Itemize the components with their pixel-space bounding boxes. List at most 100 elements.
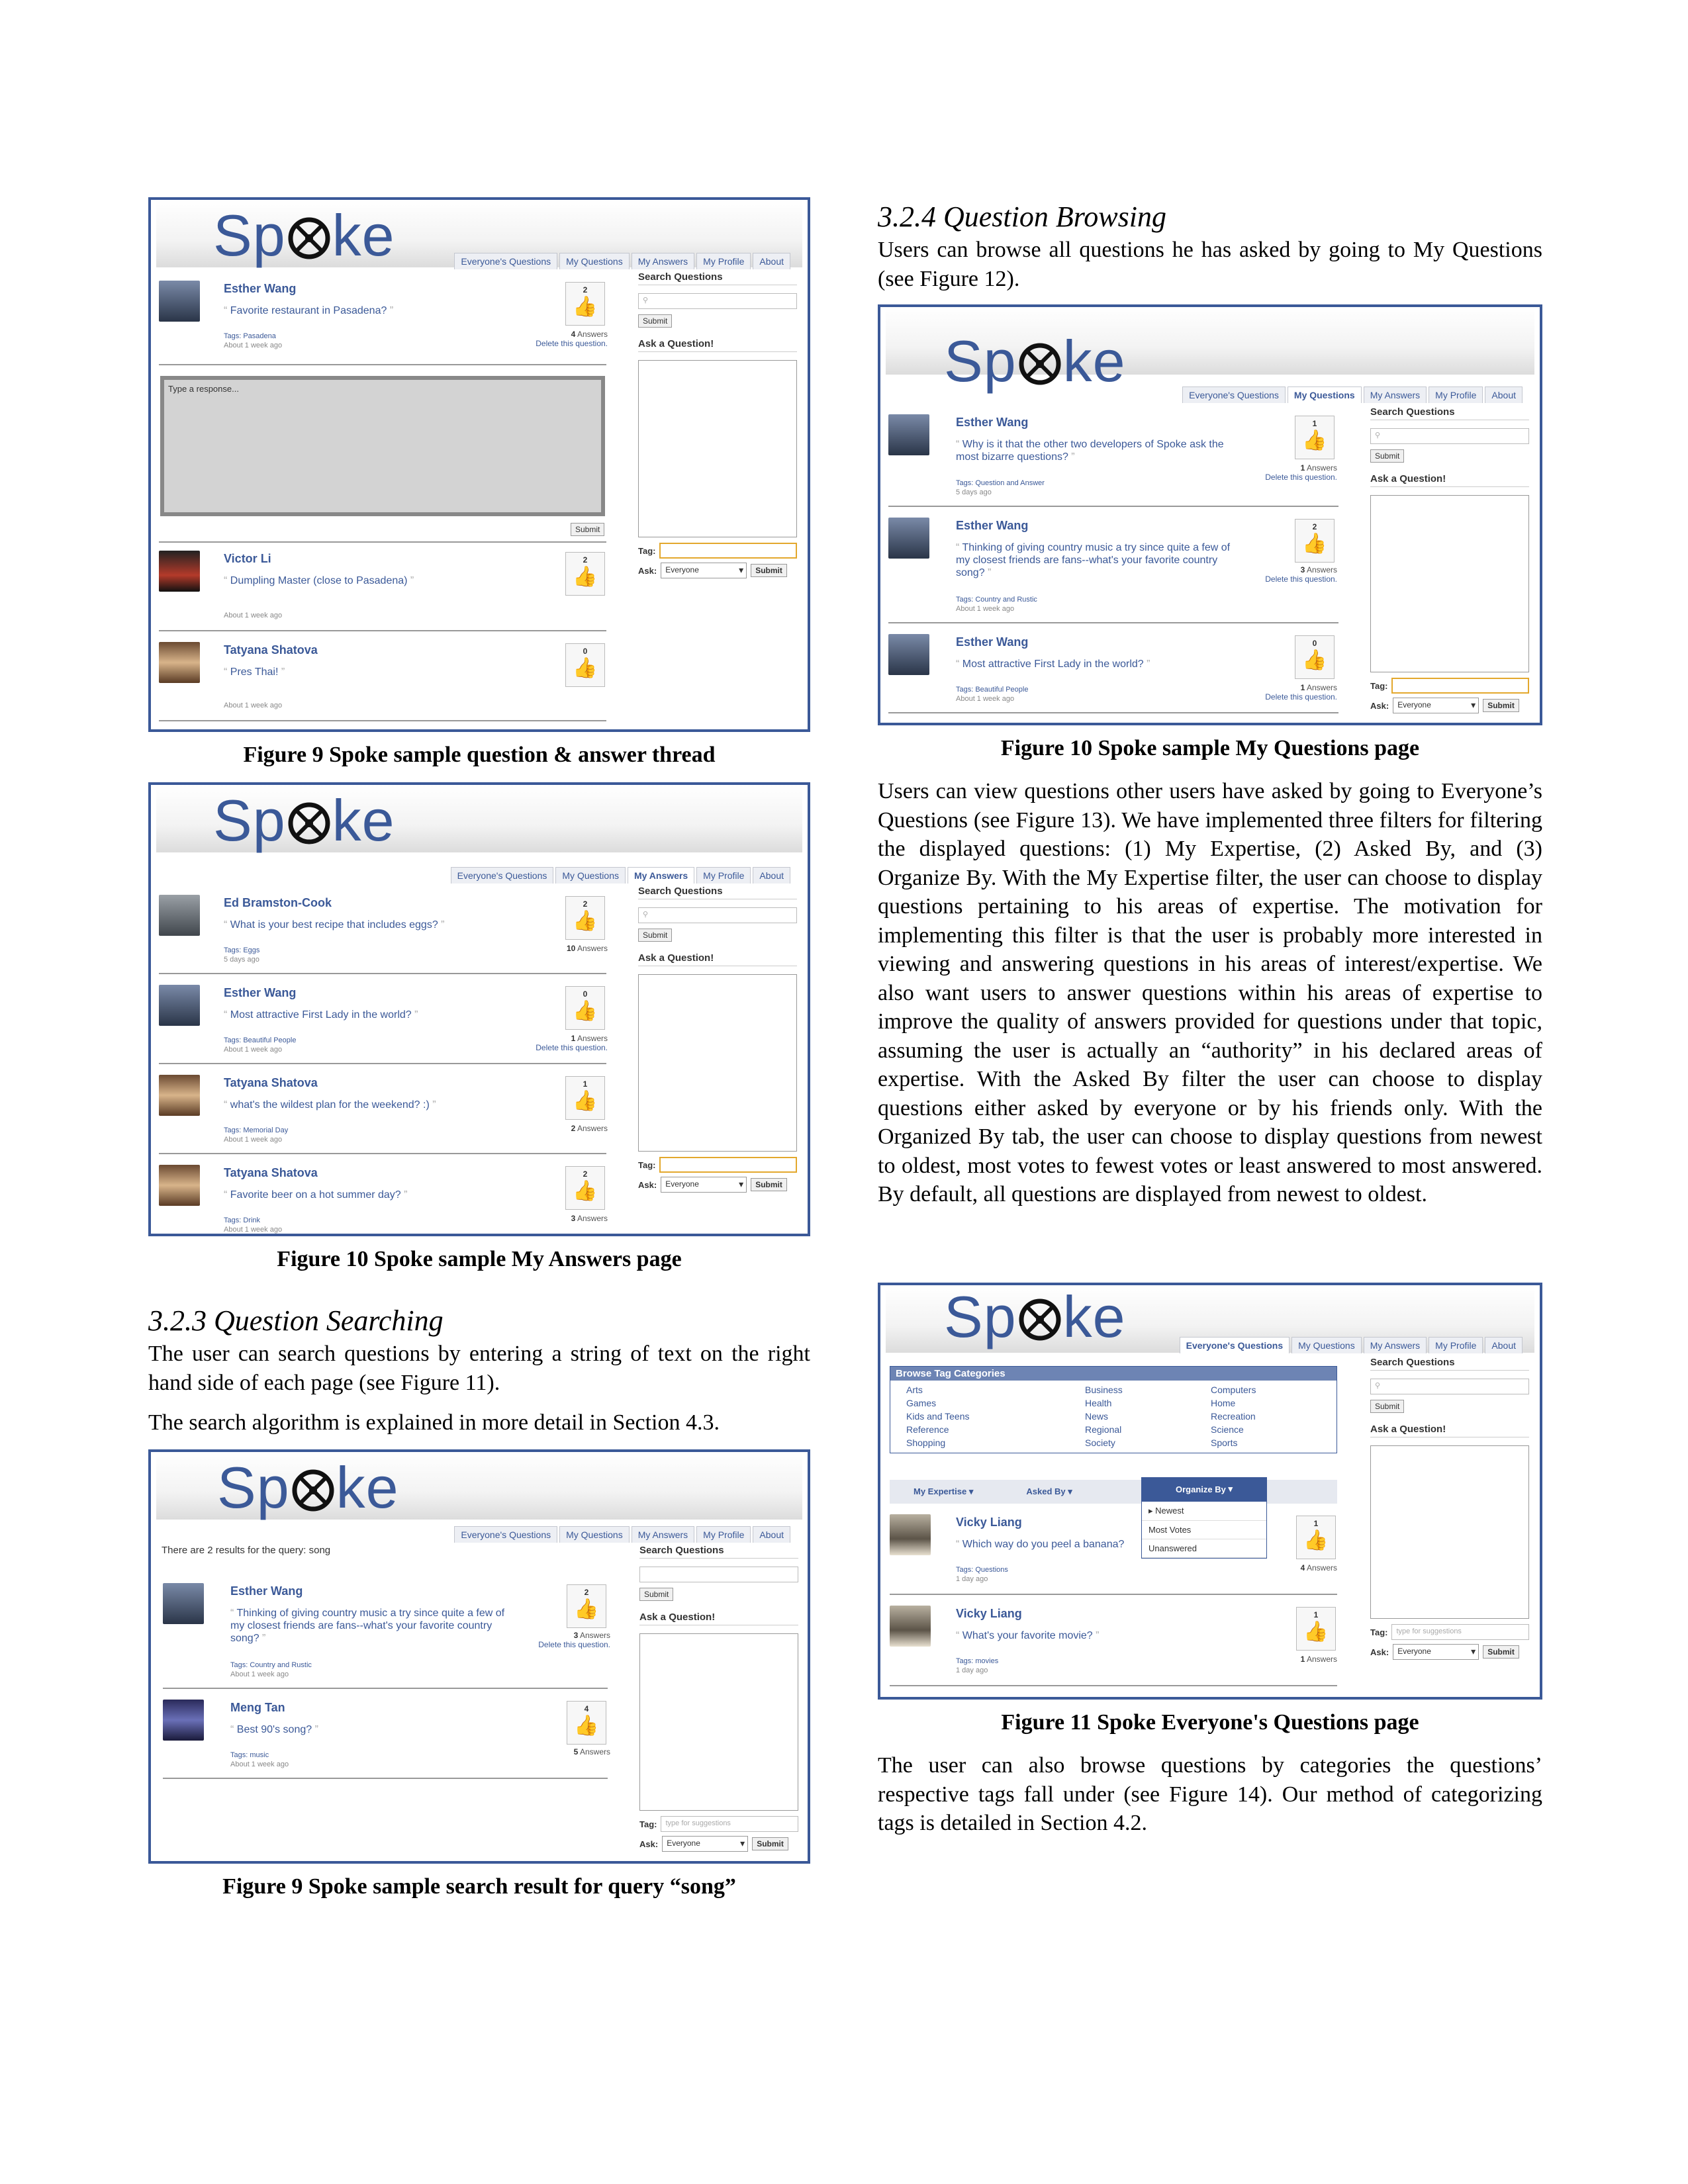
- user-name[interactable]: Esther Wang: [224, 282, 296, 296]
- ask-submit-button[interactable]: Submit: [751, 564, 787, 577]
- user-name[interactable]: Esther Wang: [224, 986, 296, 1000]
- thumbs-up-icon[interactable]: 👍: [1295, 533, 1334, 555]
- vote-box[interactable]: 4 👍: [567, 1701, 606, 1745]
- delete-question-link[interactable]: Delete this question.: [1265, 574, 1337, 584]
- avatar[interactable]: [163, 1700, 204, 1741]
- ask-textarea[interactable]: [638, 360, 797, 537]
- avatar[interactable]: [163, 1583, 204, 1624]
- tab-my-profile[interactable]: My Profile: [696, 1526, 751, 1543]
- category-link[interactable]: Sports: [1211, 1436, 1343, 1449]
- tab-my-profile[interactable]: My Profile: [696, 867, 751, 884]
- tab-my-answers[interactable]: My Answers: [627, 867, 695, 884]
- vote-box[interactable]: 0 👍: [1295, 635, 1335, 679]
- category-link[interactable]: Reference: [906, 1423, 1085, 1436]
- search-submit-button[interactable]: Submit: [1370, 1400, 1405, 1413]
- search-submit-button[interactable]: Submit: [638, 314, 673, 328]
- question-tags[interactable]: Tags: Questions: [956, 1566, 1008, 1574]
- response-submit-button[interactable]: Submit: [571, 523, 605, 536]
- menu-item-newest[interactable]: ▸ Newest: [1142, 1502, 1266, 1521]
- tab-my-profile[interactable]: My Profile: [1429, 1337, 1483, 1353]
- delete-question-link[interactable]: Delete this question.: [1265, 473, 1337, 482]
- tab-everyones-questions[interactable]: Everyone's Questions: [454, 1526, 558, 1543]
- question-text[interactable]: “ What is your best recipe that includes…: [224, 919, 568, 931]
- category-link[interactable]: Computers: [1211, 1383, 1343, 1396]
- tab-my-answers[interactable]: My Answers: [631, 1526, 695, 1543]
- tab-my-profile[interactable]: My Profile: [1429, 387, 1483, 403]
- tab-everyones-questions[interactable]: Everyone's Questions: [454, 253, 558, 269]
- vote-box[interactable]: 2 👍: [565, 1166, 605, 1210]
- answer-user-name[interactable]: Victor Li: [224, 552, 271, 566]
- filter-my-expertise[interactable]: My Expertise ▾: [914, 1486, 973, 1497]
- search-submit-button[interactable]: Submit: [639, 1588, 674, 1601]
- filter-asked-by[interactable]: Asked By ▾: [1026, 1486, 1072, 1497]
- ask-select[interactable]: Everyone: [661, 1177, 747, 1193]
- category-link[interactable]: Home: [1211, 1396, 1343, 1410]
- search-input[interactable]: ⚲: [638, 293, 797, 309]
- tab-my-questions[interactable]: My Questions: [1291, 1337, 1362, 1353]
- avatar[interactable]: [888, 518, 929, 559]
- avatar[interactable]: [159, 551, 200, 592]
- tab-my-profile[interactable]: My Profile: [696, 253, 751, 269]
- question-text[interactable]: “ Most attractive First Lady in the worl…: [956, 658, 1241, 670]
- tag-input[interactable]: type for suggestions: [661, 1816, 798, 1832]
- ask-textarea[interactable]: [1370, 495, 1529, 672]
- thumbs-up-icon[interactable]: 👍: [1295, 649, 1334, 672]
- vote-box[interactable]: 2 👍: [565, 896, 605, 940]
- vote-box[interactable]: 0 👍: [565, 986, 605, 1030]
- question-tags[interactable]: Tags: Country and Rustic: [230, 1661, 312, 1669]
- vote-box[interactable]: 0 👍: [565, 643, 605, 687]
- user-name[interactable]: Esther Wang: [956, 519, 1028, 533]
- avatar[interactable]: [888, 414, 929, 455]
- question-tags[interactable]: Tags: Drink: [224, 1216, 260, 1224]
- thumbs-up-icon[interactable]: 👍: [567, 1598, 606, 1621]
- thumbs-up-icon[interactable]: 👍: [566, 296, 604, 318]
- avatar[interactable]: [159, 895, 200, 936]
- thumbs-up-icon[interactable]: 👍: [1295, 430, 1334, 452]
- search-input[interactable]: [639, 1567, 798, 1582]
- user-name[interactable]: Ed Bramston-Cook: [224, 896, 332, 910]
- question-tags[interactable]: Tags: Beautiful People: [224, 1036, 296, 1044]
- tab-about[interactable]: About: [753, 1526, 790, 1543]
- question-text[interactable]: “ Favorite restaurant in Pasadena? ”: [224, 304, 621, 317]
- category-link[interactable]: Kids and Teens: [906, 1410, 1085, 1423]
- thumbs-up-icon[interactable]: 👍: [1297, 1529, 1335, 1552]
- delete-question-link[interactable]: Delete this question.: [1265, 692, 1337, 702]
- answer-user-name[interactable]: Tatyana Shatova: [224, 643, 318, 657]
- user-name[interactable]: Esther Wang: [230, 1584, 303, 1598]
- user-name[interactable]: Tatyana Shatova: [224, 1076, 318, 1090]
- question-text[interactable]: “ Thinking of giving country music a try…: [956, 541, 1241, 579]
- tab-my-questions[interactable]: My Questions: [559, 253, 630, 269]
- tab-my-answers[interactable]: My Answers: [1363, 1337, 1427, 1353]
- avatar[interactable]: [890, 1514, 931, 1555]
- user-name[interactable]: Esther Wang: [956, 416, 1028, 430]
- ask-select[interactable]: Everyone: [662, 1836, 749, 1852]
- question-tags[interactable]: Tags: music: [230, 1751, 269, 1759]
- tab-about[interactable]: About: [753, 867, 790, 884]
- question-text[interactable]: “ Why is it that the other two developer…: [956, 438, 1241, 463]
- ask-submit-button[interactable]: Submit: [1483, 699, 1519, 712]
- question-tags[interactable]: Tags: Pasadena: [224, 332, 276, 340]
- search-input[interactable]: ⚲: [1370, 428, 1529, 444]
- category-link[interactable]: Arts: [906, 1383, 1085, 1396]
- tab-my-questions[interactable]: My Questions: [559, 1526, 630, 1543]
- question-text[interactable]: “ Most attractive First Lady in the worl…: [224, 1009, 568, 1021]
- avatar[interactable]: [159, 985, 200, 1026]
- tab-my-questions[interactable]: My Questions: [1287, 387, 1362, 403]
- tab-my-answers[interactable]: My Answers: [1363, 387, 1427, 403]
- ask-select[interactable]: Everyone: [661, 563, 747, 578]
- category-link[interactable]: Health: [1085, 1396, 1211, 1410]
- question-text[interactable]: “ What's your favorite movie? ”: [956, 1629, 1241, 1642]
- avatar[interactable]: [890, 1606, 931, 1647]
- ask-textarea[interactable]: [639, 1633, 798, 1811]
- ask-submit-button[interactable]: Submit: [752, 1837, 788, 1850]
- search-submit-button[interactable]: Submit: [1370, 449, 1405, 463]
- category-link[interactable]: Science: [1211, 1423, 1343, 1436]
- ask-submit-button[interactable]: Submit: [751, 1178, 787, 1191]
- category-link[interactable]: Business: [1085, 1383, 1211, 1396]
- category-link[interactable]: Recreation: [1211, 1410, 1343, 1423]
- question-tags[interactable]: Tags: movies: [956, 1657, 998, 1665]
- thumbs-up-icon[interactable]: 👍: [566, 1000, 604, 1023]
- vote-box[interactable]: 1 👍: [1295, 416, 1335, 459]
- delete-question-link[interactable]: Delete this question.: [538, 1640, 610, 1649]
- search-submit-button[interactable]: Submit: [638, 929, 673, 942]
